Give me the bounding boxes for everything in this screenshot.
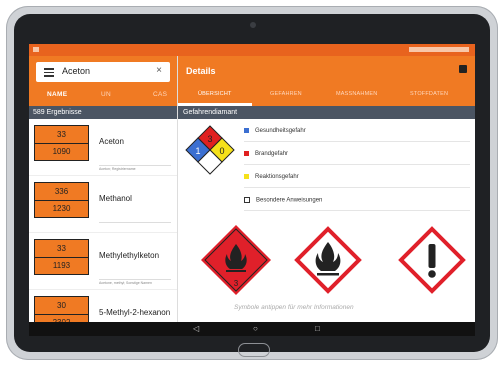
substance-name: Aceton	[99, 137, 124, 146]
legend-swatch	[244, 151, 249, 156]
details-header: Details ÜBERSICHT GEFAHREN MASSNAHMEN ST…	[178, 56, 475, 106]
list-item[interactable]: 33 1090 Aceton Aceton; Registriername	[29, 119, 177, 176]
adr-class-number: 3	[234, 279, 239, 288]
search-header: Aceton × NAME UN CAS	[29, 56, 177, 106]
exclamation-icon	[428, 244, 436, 268]
legend-item-fire: Brandgefahr	[244, 151, 288, 157]
list-item[interactable]: 33 1193 Methylethylketon Acetone, methyl…	[29, 233, 177, 290]
legend-item-special: Besondere Anweisungen	[244, 197, 322, 204]
divider	[244, 210, 470, 211]
tab-overview[interactable]: ÜBERSICHT	[198, 91, 232, 97]
substance-name: Methylethylketon	[99, 251, 160, 260]
tab-un[interactable]: UN	[101, 91, 111, 98]
legend-label: Brandgefahr	[255, 151, 289, 158]
un-number: 1230	[52, 204, 71, 213]
details-pane: Details ÜBERSICHT GEFAHREN MASSNAHMEN ST…	[177, 56, 475, 322]
legend-swatch	[244, 197, 250, 203]
status-indicators-icon	[409, 47, 469, 52]
back-icon[interactable]: ◁	[193, 324, 199, 334]
legend-label: Besondere Anweisungen	[256, 197, 323, 204]
hazard-number: 33	[35, 126, 88, 144]
app-screen: Aceton × NAME UN CAS 589 Ergebnisse 33 1…	[29, 44, 475, 336]
substance-synonyms	[99, 222, 171, 224]
tab-name[interactable]: NAME	[47, 91, 67, 98]
front-camera	[250, 22, 256, 28]
flame-base	[226, 270, 246, 272]
legend-swatch	[244, 174, 249, 179]
tab-cas[interactable]: CAS	[153, 91, 167, 98]
substance-name: 5-Methyl-2-hexanon	[99, 308, 171, 317]
reactivity-rating: 0	[219, 146, 224, 156]
hazard-number: 33	[35, 240, 88, 258]
divider	[244, 164, 470, 165]
search-pane: Aceton × NAME UN CAS 589 Ergebnisse 33 1…	[29, 56, 177, 323]
legend-item-health: Gesundheitsgefahr	[244, 128, 306, 134]
ghs-flame-pictogram[interactable]	[294, 226, 362, 294]
search-input[interactable]: Aceton	[62, 66, 90, 76]
close-icon[interactable]: ×	[156, 65, 162, 76]
legend-item-reactivity: Reaktionsgefahr	[244, 174, 299, 180]
divider	[244, 187, 470, 188]
legend-label: Reaktionsgefahr	[255, 174, 299, 181]
hazard-number: 336	[35, 183, 88, 201]
results-count: 589 Ergebnisse	[29, 106, 177, 119]
hazard-plate: 33 1090	[34, 125, 89, 161]
tab-substance-data[interactable]: STOFFDATEN	[410, 91, 448, 97]
pictogram-hint: Symbole antippen für mehr Informationen	[234, 304, 354, 311]
ghs-exclamation-pictogram[interactable]	[398, 226, 466, 294]
substance-name: Methanol	[99, 194, 132, 203]
hazard-number: 30	[35, 297, 88, 315]
health-rating: 1	[195, 146, 200, 156]
share-icon[interactable]	[459, 65, 467, 73]
adr-flammable-label[interactable]: 3	[200, 224, 272, 296]
tab-hazards[interactable]: GEFAHREN	[270, 91, 302, 97]
hardware-home-button[interactable]	[238, 343, 270, 357]
exclamation-dot	[428, 270, 436, 278]
signal-icon	[33, 47, 39, 52]
section-title: Gefahrendiamant	[178, 106, 475, 119]
list-item[interactable]: 336 1230 Methanol	[29, 176, 177, 233]
hazard-plate: 336 1230	[34, 182, 89, 218]
home-icon[interactable]: ○	[253, 324, 258, 334]
recent-apps-icon[interactable]: □	[315, 324, 320, 334]
substance-synonyms: Aceton; Registriername	[99, 165, 171, 171]
substance-synonyms: Acetone, methyl; Sonstige Namen	[99, 279, 171, 285]
android-nav-bar: ◁ ○ □	[29, 322, 475, 336]
tab-measures[interactable]: MASSNAHMEN	[336, 91, 377, 97]
nfpa-diamond[interactable]: 3 1 0	[184, 124, 236, 180]
search-box[interactable]: Aceton ×	[36, 62, 170, 82]
status-bar	[29, 44, 475, 56]
divider	[244, 141, 470, 142]
hazard-plate: 33 1193	[34, 239, 89, 275]
fire-rating: 3	[207, 134, 212, 144]
menu-icon[interactable]	[44, 68, 54, 77]
details-title: Details	[186, 66, 216, 76]
legend-label: Gesundheitsgefahr	[255, 128, 306, 135]
un-number: 1090	[52, 147, 71, 156]
legend-swatch	[244, 128, 249, 133]
hazard-plate: 30 2302	[34, 296, 89, 322]
un-number: 1193	[52, 261, 71, 270]
flame-base	[317, 273, 339, 276]
list-item[interactable]: 30 2302 5-Methyl-2-hexanon	[29, 290, 177, 323]
